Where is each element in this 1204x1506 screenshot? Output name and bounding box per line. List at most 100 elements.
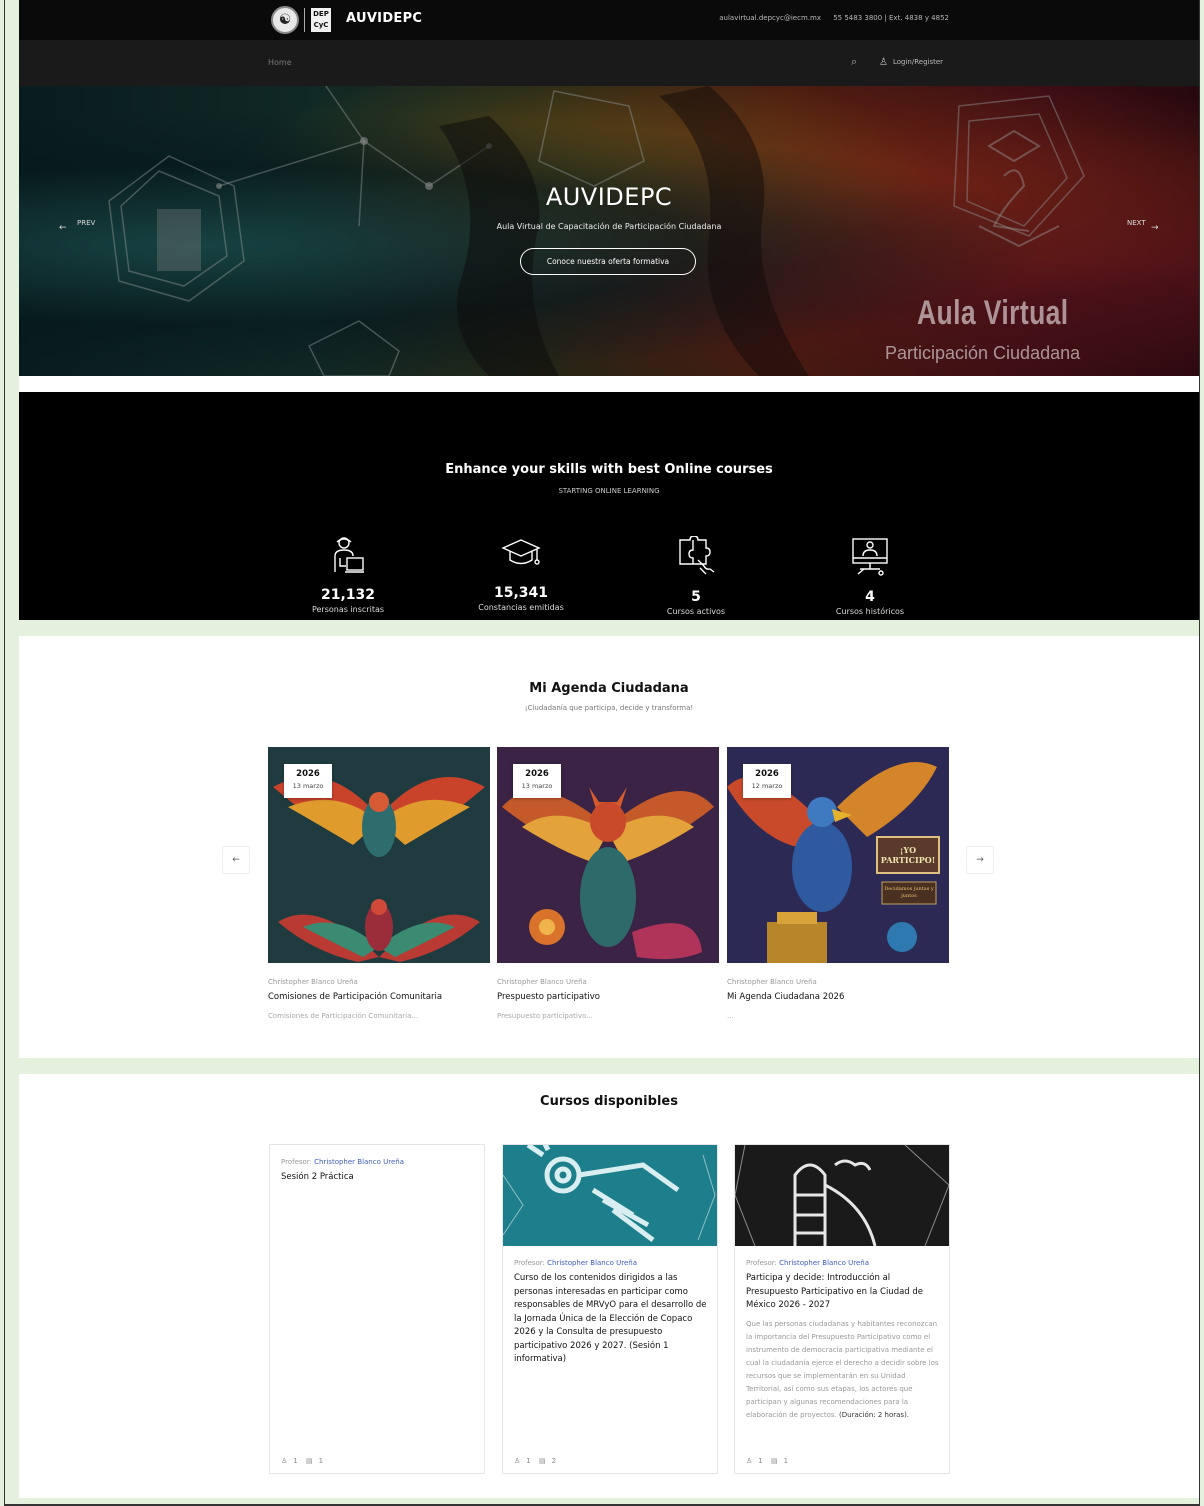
agenda-card-title[interactable]: Prespuesto participativo: [497, 992, 719, 1002]
professor-link[interactable]: Christopher Blanco Ureña: [779, 1259, 869, 1267]
lessons-count: 1: [318, 1457, 324, 1465]
cursos-title: Cursos disponibles: [540, 1094, 678, 1109]
hero-bg-text-aula: Aula Virtual: [917, 294, 1069, 332]
lessons-icon: ▤: [538, 1457, 546, 1465]
agenda-card-title[interactable]: Comisiones de Participación Comunitaria: [268, 992, 490, 1002]
stat-value: 15,341: [493, 585, 549, 601]
stats-subtitle: STARTING ONLINE LEARNING: [558, 487, 660, 495]
contact-phone: 55 5483 3800 | Ext. 4838 y 4852: [833, 14, 949, 22]
course-title[interactable]: Participa y decide: Introducción al Pres…: [746, 1272, 939, 1313]
course-professor: Profesor: Christopher Blanco Ureña: [281, 1158, 474, 1166]
agenda-card[interactable]: 2026 13 marzo Christopher Blanco Ureña C…: [268, 747, 490, 1020]
stat-cursos-historicos: 4 Cursos históricos: [795, 536, 945, 616]
agenda-author[interactable]: Christopher Blanco Ureña: [497, 978, 719, 986]
arrow-right-icon: →: [1151, 223, 1159, 233]
student-laptop-icon: [334, 537, 364, 573]
hero-next-label: NEXT: [1127, 219, 1146, 227]
top-bar: ☯ DEP CyC AUVIDEPC aulavirtual.depcyc@ie…: [19, 0, 1199, 40]
course-body: Profesor: Christopher Blanco Ureña Curso…: [503, 1246, 717, 1367]
arrow-left-icon: ←: [59, 223, 67, 233]
stat-label: Personas inscritas: [311, 605, 385, 614]
agenda-year: 2026: [525, 769, 549, 779]
students-count: 1: [293, 1457, 298, 1465]
agenda-author[interactable]: Christopher Blanco Ureña: [268, 978, 490, 986]
course-professor: Profesor: Christopher Blanco Ureña: [746, 1259, 939, 1267]
stat-value: 21,132: [320, 587, 376, 603]
course-title[interactable]: Sesión 2 Práctica: [281, 1171, 474, 1185]
agenda-date-badge: 2026 12 marzo: [743, 764, 791, 798]
brand-name[interactable]: AUVIDEPC: [346, 11, 422, 26]
agenda-day: 13 marzo: [521, 782, 553, 790]
stat-value: 5: [691, 589, 701, 605]
agenda-day: 12 marzo: [751, 782, 783, 790]
agenda-card-desc: ...: [727, 1012, 734, 1020]
cursos-section: Cursos disponibles Profesor: Christopher…: [19, 1074, 1199, 1498]
login-register-link[interactable]: ♙ Login/Register: [879, 57, 943, 68]
agenda-date-badge: 2026 13 marzo: [284, 764, 332, 798]
logo-divider: [304, 8, 305, 32]
agenda-card-image[interactable]: 2026 13 marzo: [497, 747, 719, 963]
aztec-bird-illustration: [503, 1145, 717, 1246]
students-icon: ♙: [281, 1457, 288, 1465]
agenda-card[interactable]: ¡YO PARTICIPO! Decidamos juntas y juntos…: [727, 747, 949, 1020]
course-card[interactable]: Profesor: Christopher Blanco Ureña Sesió…: [269, 1144, 485, 1474]
course-title[interactable]: Curso de los contenidos dirigidos a las …: [514, 1272, 707, 1367]
course-card[interactable]: Profesor: Christopher Blanco Ureña Parti…: [734, 1144, 950, 1474]
agenda-subtitle: ¡Ciudadanía que participa, decide y tran…: [524, 704, 694, 712]
stat-label: Cursos activos: [666, 607, 726, 616]
lessons-icon: ▤: [305, 1457, 313, 1465]
stat-value: 4: [865, 589, 875, 605]
contact-info: aulavirtual.depcyc@iecm.mx 55 5483 3800 …: [709, 14, 949, 22]
hero-title: AUVIDEPC: [545, 183, 673, 211]
stat-cursos-activos: 5 Cursos activos: [621, 536, 771, 616]
course-image[interactable]: [735, 1145, 949, 1246]
course-body: Profesor: Christopher Blanco Ureña Parti…: [735, 1246, 949, 1422]
hero-prev-label: PREV: [77, 219, 96, 227]
hero-cta-button[interactable]: Conoce nuestra oferta formativa: [520, 248, 696, 275]
agenda-card-title[interactable]: Mi Agenda Ciudadana 2026: [727, 992, 949, 1002]
main-nav: Home ⌕ ♙ Login/Register: [19, 40, 1199, 86]
course-image[interactable]: [503, 1145, 717, 1246]
agenda-prev-button[interactable]: ←: [222, 846, 250, 874]
lessons-icon: ▤: [770, 1457, 778, 1465]
arrow-left-icon: ←: [232, 855, 240, 865]
arrow-right-icon: →: [976, 855, 984, 865]
playground-slide-illustration: [735, 1145, 949, 1246]
monitor-teacher-icon: [852, 538, 888, 576]
lessons-count: 1: [783, 1457, 789, 1465]
agenda-author[interactable]: Christopher Blanco Ureña: [727, 978, 949, 986]
agenda-year: 2026: [755, 769, 779, 779]
course-footer: ♙ 1 ▤ 1: [746, 1457, 794, 1465]
professor-link[interactable]: Christopher Blanco Ureña: [547, 1259, 637, 1267]
agenda-next-button[interactable]: →: [966, 846, 994, 874]
graduation-cap-icon: [501, 539, 541, 565]
course-desc: Que las personas ciudadanas y habitantes…: [746, 1318, 939, 1422]
agenda-card-image[interactable]: ¡YO PARTICIPO! Decidamos juntas y juntos…: [727, 747, 949, 963]
yo-participo-sign: ¡YO PARTICIPO!: [880, 845, 936, 865]
agenda-title: Mi Agenda Ciudadana: [529, 681, 689, 696]
stat-personas-inscritas: 21,132 Personas inscritas: [273, 536, 423, 614]
stat-label: Constancias emitidas: [478, 603, 564, 612]
hero-divider: [19, 376, 1199, 392]
students-icon: ♙: [746, 1457, 753, 1465]
professor-link[interactable]: Christopher Blanco Ureña: [314, 1158, 404, 1166]
nav-home-link[interactable]: Home: [268, 58, 292, 67]
search-icon[interactable]: ⌕: [851, 55, 857, 69]
agenda-card-image[interactable]: 2026 13 marzo: [268, 747, 490, 963]
course-desc-text: Que las personas ciudadanas y habitantes…: [746, 1319, 939, 1419]
hero-bg-text-participacion: Participación Ciudadana: [885, 343, 1081, 363]
contact-email[interactable]: aulavirtual.depcyc@iecm.mx: [719, 14, 821, 22]
seal-icon[interactable]: ☯: [271, 6, 299, 34]
course-footer: ♙ 1 ▤ 1: [281, 1457, 329, 1465]
course-body: Profesor: Christopher Blanco Ureña Sesió…: [270, 1145, 484, 1185]
agenda-card[interactable]: 2026 13 marzo Christopher Blanco Ureña P…: [497, 747, 719, 1020]
professor-label: Profesor:: [281, 1158, 312, 1166]
course-footer: ♙ 1 ▤ 2: [514, 1457, 562, 1465]
login-label: Login/Register: [892, 58, 944, 66]
course-card[interactable]: Profesor: Christopher Blanco Ureña Curso…: [502, 1144, 718, 1474]
agenda-year: 2026: [296, 769, 320, 779]
depcyc-logo[interactable]: DEP CyC: [311, 8, 331, 32]
agenda-card-desc: Comisiones de Participación Comunitaria.…: [268, 1012, 419, 1020]
stat-constancias-emitidas: 15,341 Constancias emitidas: [446, 536, 596, 612]
professor-label: Profesor:: [514, 1259, 545, 1267]
